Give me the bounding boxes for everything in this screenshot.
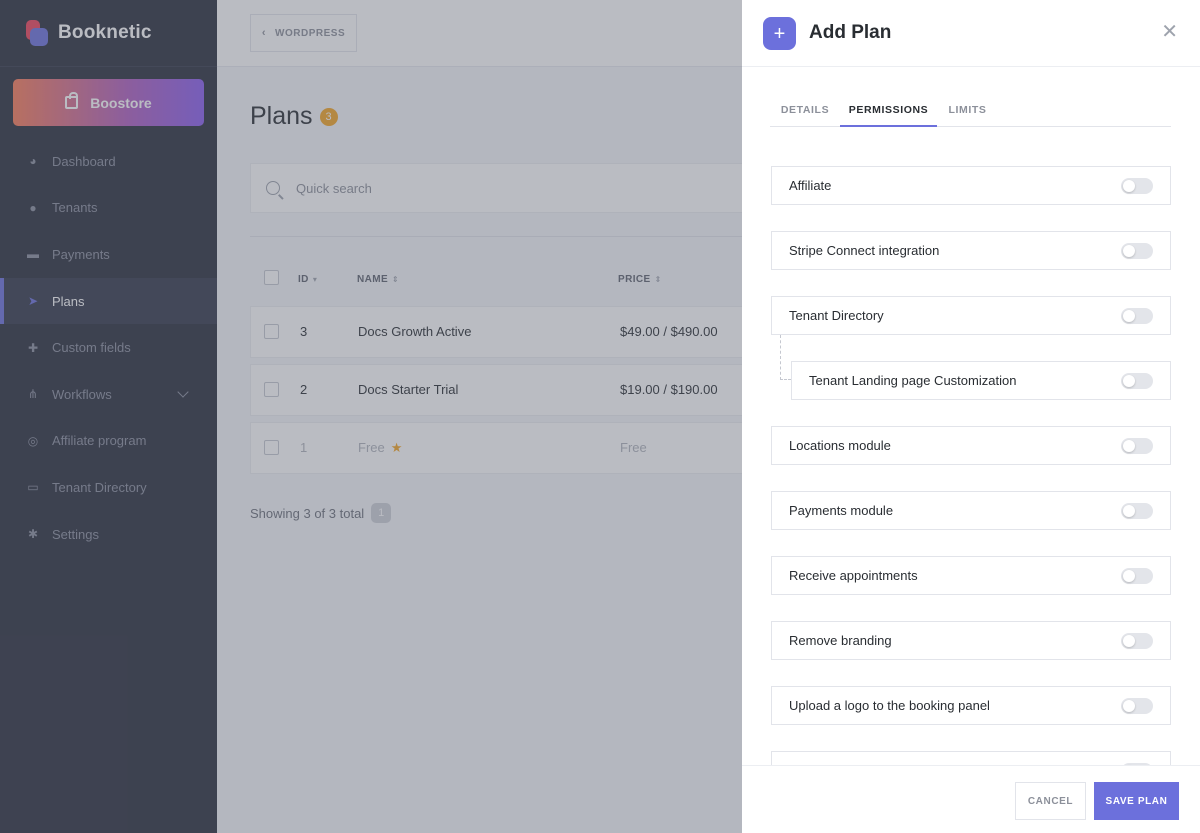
tab-details[interactable]: DETAILS: [770, 98, 840, 127]
close-icon[interactable]: ✕: [1161, 22, 1178, 42]
panel-footer: CANCEL SAVE PLAN: [742, 765, 1200, 833]
permission-payments-module: Payments module: [771, 491, 1171, 530]
permission-label: Affiliate: [789, 178, 832, 193]
tab-permissions[interactable]: PERMISSIONS: [840, 98, 937, 127]
permission-label: Upload a logo to the booking panel: [789, 698, 990, 713]
permission-remove-branding: Remove branding: [771, 621, 1171, 660]
permission-label: Receive appointments: [789, 568, 918, 583]
permission-toggle[interactable]: [1121, 438, 1153, 454]
permission-toggle[interactable]: [1121, 568, 1153, 584]
permission-tenant-landing-page: Tenant Landing page Customization: [791, 361, 1171, 400]
permission-toggle[interactable]: [1121, 698, 1153, 714]
tree-connector: [780, 379, 791, 380]
permission-toggle[interactable]: [1121, 373, 1153, 389]
panel-tabs: DETAILS PERMISSIONS LIMITS: [770, 98, 1171, 127]
permission-upload-logo: Upload a logo to the booking panel: [771, 686, 1171, 725]
tab-limits[interactable]: LIMITS: [937, 98, 998, 127]
plus-icon: +: [763, 17, 796, 50]
tree-connector: [780, 335, 781, 380]
permissions-list: Affiliate Stripe Connect integration Ten…: [771, 150, 1171, 766]
cancel-button[interactable]: CANCEL: [1015, 782, 1086, 820]
permission-tenant-directory: Tenant Directory: [771, 296, 1171, 335]
panel-title: Add Plan: [809, 22, 892, 43]
permission-label: Stripe Connect integration: [789, 243, 940, 258]
permission-next-partial: [771, 751, 1171, 766]
permission-label: Tenant Landing page Customization: [809, 373, 1017, 388]
permission-locations-module: Locations module: [771, 426, 1171, 465]
permission-toggle[interactable]: [1121, 243, 1153, 259]
permission-stripe-connect: Stripe Connect integration: [771, 231, 1171, 270]
permission-toggle[interactable]: [1121, 633, 1153, 649]
permission-label: Locations module: [789, 438, 891, 453]
permission-toggle[interactable]: [1121, 178, 1153, 194]
save-plan-button[interactable]: SAVE PLAN: [1094, 782, 1179, 820]
permission-affiliate: Affiliate: [771, 166, 1171, 205]
permission-toggle[interactable]: [1121, 308, 1153, 324]
permission-label: Remove branding: [789, 633, 892, 648]
permission-toggle[interactable]: [1121, 503, 1153, 519]
panel-header: + Add Plan ✕: [742, 0, 1200, 67]
permission-label: Tenant Directory: [789, 308, 884, 323]
permission-receive-appointments: Receive appointments: [771, 556, 1171, 595]
permission-label: Payments module: [789, 503, 894, 518]
modal-backdrop[interactable]: [0, 0, 742, 833]
add-plan-panel: + Add Plan ✕ DETAILS PERMISSIONS LIMITS …: [742, 0, 1200, 833]
